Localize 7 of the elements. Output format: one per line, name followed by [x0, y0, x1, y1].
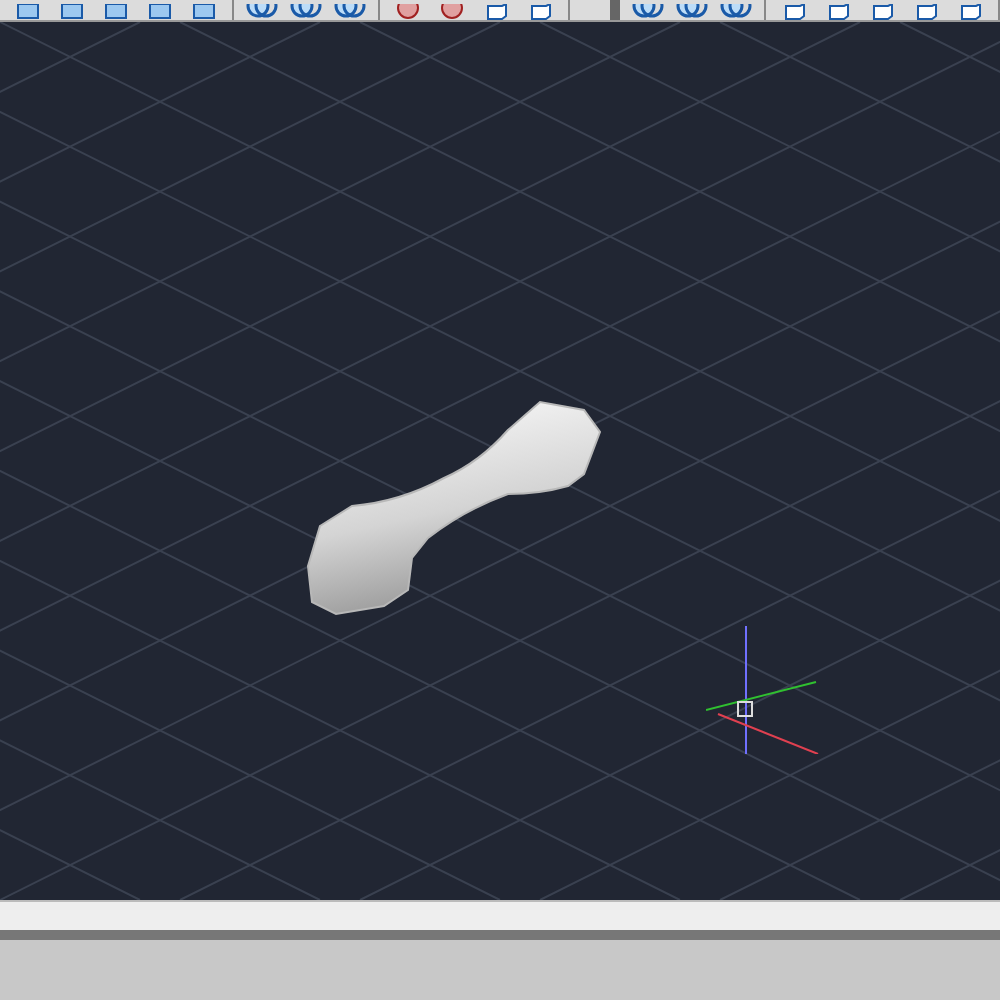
boolean-rings-icon[interactable]	[334, 4, 366, 20]
boolean-rings-icon[interactable]	[632, 4, 664, 20]
boolean-rings-icon[interactable]	[676, 4, 708, 20]
boolean-rings-icon[interactable]	[720, 4, 752, 20]
boolean-rings-icon[interactable]	[246, 4, 278, 20]
boolean-rings-icon[interactable]	[290, 4, 322, 20]
toolbar-grip[interactable]	[610, 0, 620, 20]
